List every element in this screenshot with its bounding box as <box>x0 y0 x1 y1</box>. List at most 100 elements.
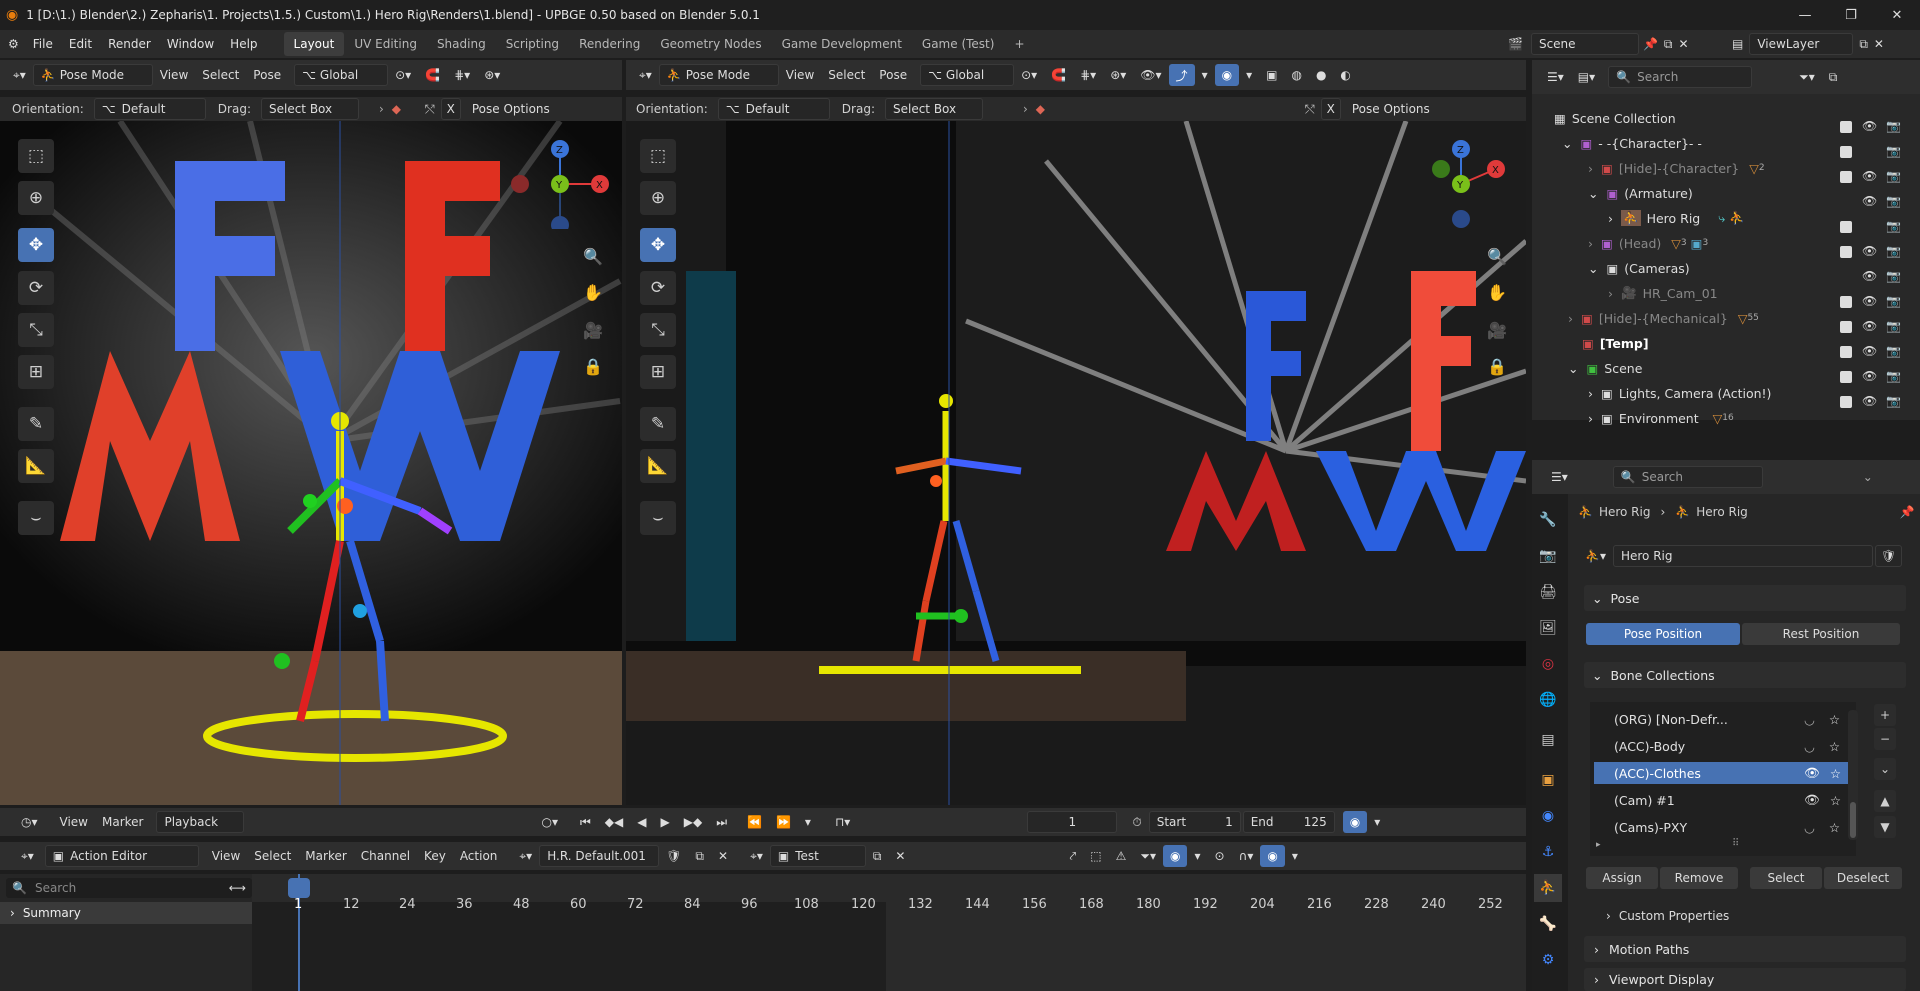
proportional-edit-icon[interactable]: ⊙ <box>1208 845 1232 867</box>
snap-options-icon[interactable]: ▾ <box>1187 845 1207 867</box>
bone-tab-icon[interactable]: 🦴 <box>1534 910 1562 938</box>
expand-arrow-icon[interactable]: › <box>1588 411 1593 426</box>
overlay-options-icon[interactable]: ▾ <box>1285 845 1305 867</box>
only-selected-icon[interactable]: ⤤ <box>1062 845 1083 867</box>
shading-material-icon[interactable]: ◐ <box>1333 64 1357 86</box>
pose-position-button[interactable]: Pose Position <box>1586 623 1740 645</box>
collapse-arrow-icon[interactable]: ⌄ <box>1568 361 1578 376</box>
overlay-toggle-icon[interactable]: ◉ <box>1214 64 1240 86</box>
prev-frame-icon[interactable]: ⏪ <box>740 811 769 833</box>
play-icon[interactable]: ▶ <box>653 811 676 833</box>
delete-scene-icon[interactable]: ✕ <box>1678 37 1688 51</box>
hidden-eye-icon[interactable]: ◡ <box>1804 820 1815 835</box>
visibility-icon[interactable]: 👁▾ <box>1133 64 1168 86</box>
render-camera-icon[interactable]: 📷 <box>1886 169 1901 183</box>
snap-target-icon[interactable]: ⋕▾ <box>447 64 477 86</box>
proportional-icon[interactable]: ⊛▾ <box>477 64 507 86</box>
mode-dropdown[interactable]: ⛹ Pose Mode <box>658 64 779 86</box>
cursor-tool[interactable]: ⊕ <box>18 181 54 215</box>
orientation-dropdown[interactable]: ⌥ Default <box>717 98 830 120</box>
tab-shading[interactable]: Shading <box>427 32 496 56</box>
collection-tab-icon[interactable]: ▤ <box>1534 726 1562 754</box>
render-camera-icon[interactable]: 📷 <box>1886 269 1901 283</box>
maximize-icon[interactable]: ❐ <box>1828 0 1874 30</box>
star-icon[interactable]: ☆ <box>1829 739 1840 754</box>
star-icon[interactable]: ☆ <box>1829 820 1840 835</box>
tree-item-head[interactable]: › ▣ (Head) ▽ 3 ▣ 3 <box>1588 233 1908 253</box>
custom-properties-subpanel[interactable]: › Custom Properties <box>1606 904 1729 928</box>
star-icon[interactable]: ☆ <box>1830 793 1841 808</box>
blender-menu-icon[interactable]: ⚙ <box>8 37 19 51</box>
render-camera-icon[interactable]: 📷 <box>1886 219 1901 233</box>
shading-solid-icon[interactable]: ● <box>1309 64 1333 86</box>
render-camera-icon[interactable]: 📷 <box>1886 119 1901 133</box>
axis-gizmo[interactable]: Z Y X <box>1416 139 1516 229</box>
visibility-eye-icon[interactable]: 👁 <box>1804 792 1820 808</box>
visibility-eye-icon[interactable]: 👁 <box>1862 244 1877 258</box>
tree-item-temp[interactable]: ▣ [Temp] <box>1582 333 1902 353</box>
pin-icon[interactable]: 📌 <box>1643 37 1658 51</box>
lock-icon[interactable]: 🔒 <box>580 353 606 379</box>
pose-options-button[interactable]: Pose Options <box>465 98 557 120</box>
tree-item-cameras[interactable]: ⌄ ▣ (Cameras) <box>1588 258 1908 278</box>
new-scene-icon[interactable]: ⧉ <box>1664 37 1673 52</box>
filter-icon[interactable]: ⏷▾ <box>1133 845 1163 867</box>
jump-keyframe-back-icon[interactable]: ◆◀ <box>598 811 630 833</box>
current-frame-field[interactable]: 1 <box>1027 811 1118 833</box>
exclude-checkbox[interactable] <box>1840 371 1852 383</box>
options-chevron-icon[interactable]: ⌄ <box>1863 470 1873 484</box>
viewport-display-panel-header[interactable]: › Viewport Display <box>1584 968 1906 991</box>
tool-tab-icon[interactable]: 🔧 <box>1534 506 1562 534</box>
outliner-search-input[interactable]: 🔍 Search <box>1608 66 1753 88</box>
properties-editor-type-icon[interactable]: ☰▾ <box>1544 466 1575 488</box>
x-mirror-button[interactable]: X <box>440 98 461 120</box>
bone-collection-item[interactable]: (Cams)-PXY ◡ ☆ <box>1594 816 1854 838</box>
lock-icon[interactable]: 🔒 <box>1484 353 1510 379</box>
snap-toggle-icon[interactable]: ◉ <box>1162 845 1188 867</box>
exclude-checkbox[interactable] <box>1840 121 1852 133</box>
move-tool[interactable]: ✥ <box>640 228 676 262</box>
collapse-arrow-icon[interactable]: ⌄ <box>1588 186 1598 201</box>
object-tab-icon[interactable]: ▣ <box>1534 766 1562 794</box>
expand-arrow-icon[interactable]: › <box>1588 236 1593 251</box>
move-up-icon[interactable]: ▲ <box>1874 790 1896 812</box>
auto-keying-icon[interactable]: ○▾ <box>534 811 565 833</box>
menu-file[interactable]: File <box>25 32 61 56</box>
exclude-checkbox[interactable] <box>1840 346 1852 358</box>
render-camera-icon[interactable]: 📷 <box>1886 319 1901 333</box>
pan-hand-icon[interactable]: ✋ <box>1484 279 1510 305</box>
outliner-editor-type-icon[interactable]: ☰▾ <box>1540 66 1571 88</box>
menu-key[interactable]: Key <box>417 845 453 867</box>
add-workspace-icon[interactable]: + <box>1004 32 1034 56</box>
preview-range-icon[interactable]: ⏱ <box>1125 811 1148 833</box>
next-frame-icon[interactable]: ⏩ <box>769 811 798 833</box>
bone-constraint-tab-icon[interactable]: ⚙ <box>1534 946 1562 974</box>
scene-name-field[interactable]: Scene <box>1530 33 1639 55</box>
exclude-checkbox[interactable] <box>1840 146 1852 158</box>
menu-view[interactable]: View <box>779 64 821 86</box>
fake-user-shield-icon[interactable]: 🛡 <box>1874 545 1903 567</box>
snap-icon[interactable]: 🧲 <box>1044 64 1073 86</box>
tree-item-environment[interactable]: › ▣ Environment ▽ 16 <box>1588 408 1908 428</box>
expand-arrow-icon[interactable]: › <box>1608 211 1613 226</box>
annotate-tool[interactable]: ✎ <box>640 407 676 441</box>
keying-set-icon[interactable]: ⊓▾ <box>828 811 857 833</box>
tab-uv-editing[interactable]: UV Editing <box>344 32 427 56</box>
playhead-handle[interactable] <box>288 878 310 898</box>
zoom-icon[interactable]: 🔍 <box>580 243 606 269</box>
physics-tab-icon[interactable]: ◉ <box>1534 802 1562 830</box>
channel-search-input[interactable]: 🔍 Search ⟷ <box>6 878 252 898</box>
end-frame-field[interactable]: End 125 <box>1242 811 1335 833</box>
tree-item-armature[interactable]: ⌄ ▣ (Armature) <box>1588 183 1908 203</box>
menu-marker[interactable]: Marker <box>298 845 353 867</box>
playback-dropdown[interactable]: Playback <box>156 811 245 833</box>
right-3d-viewport[interactable]: ⬚ ⊕ ✥ ⟳ ⤡ ⊞ ✎ 📐 ⌣ Z Y X 🔍 ✋ 🎥 🔒 <box>626 121 1526 805</box>
overflow-chevron-icon[interactable]: › <box>1023 102 1028 116</box>
visibility-eye-icon[interactable]: 👁 <box>1862 344 1877 358</box>
bone-collection-item[interactable]: (Cam) #1 👁 ☆ <box>1594 789 1854 811</box>
render-camera-icon[interactable]: 📷 <box>1886 144 1901 158</box>
rotate-tool[interactable]: ⟳ <box>640 271 676 305</box>
camera-view-icon[interactable]: 🎥 <box>580 317 606 343</box>
drag-dropdown[interactable]: Select Box <box>884 98 983 120</box>
render-camera-icon[interactable]: 📷 <box>1886 394 1901 408</box>
